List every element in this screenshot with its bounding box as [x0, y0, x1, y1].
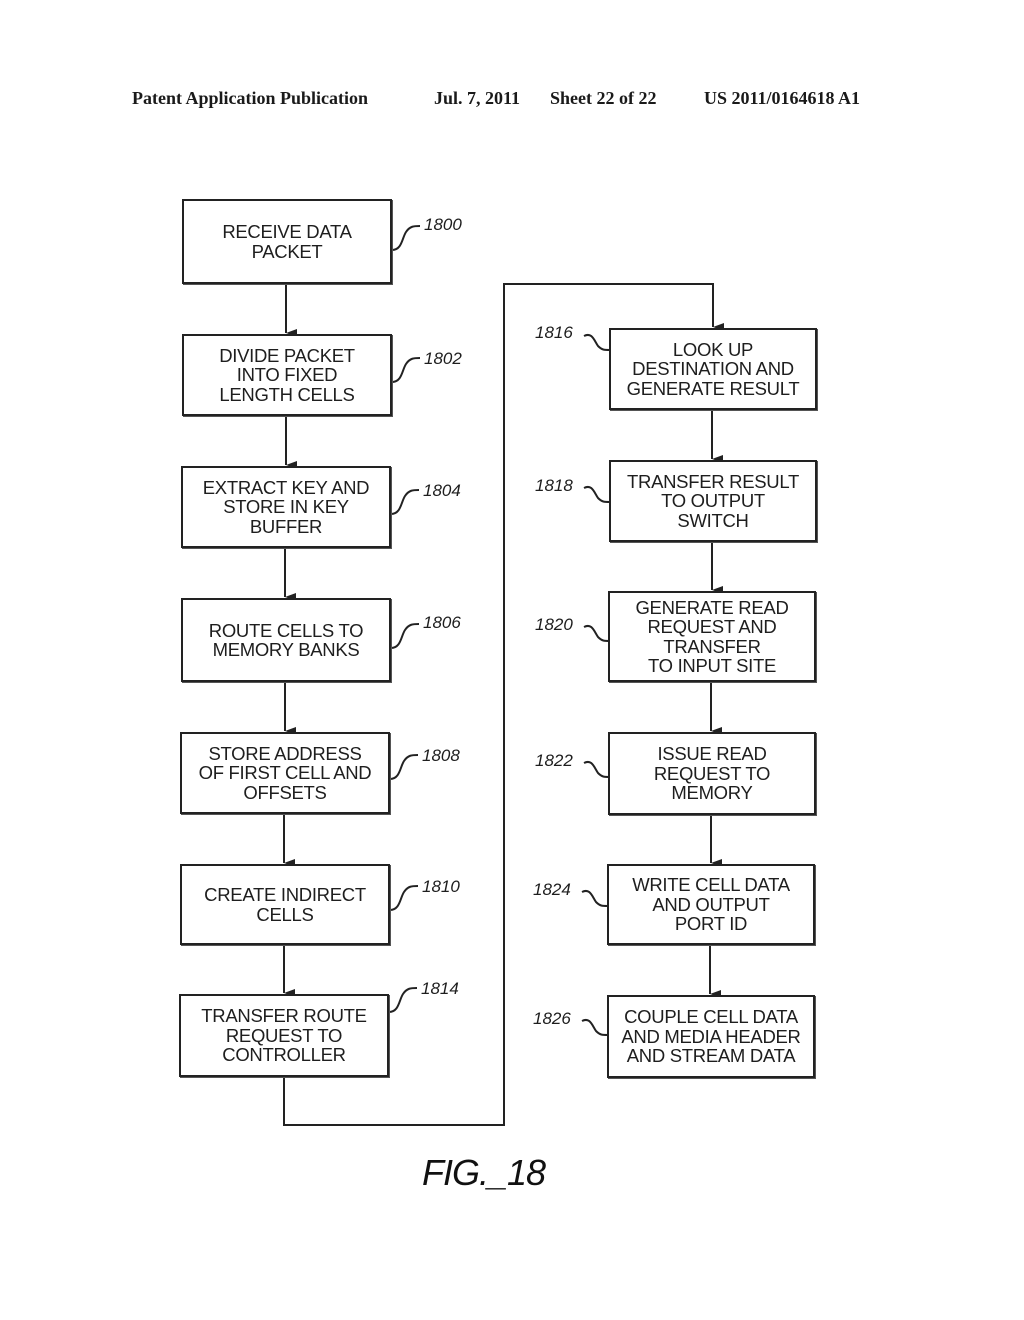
leader-1800: [391, 225, 421, 251]
leader-1818: [583, 486, 611, 503]
ref-1826: 1826: [533, 1009, 571, 1028]
step-1808-text: STORE ADDRESS OF FIRST CELL AND OFFSETS: [198, 742, 372, 803]
leader-1810: [389, 885, 419, 911]
step-1826-text: COUPLE CELL DATA AND MEDIA HEADER AND ST…: [621, 1006, 801, 1067]
step-1800-text: RECEIVE DATA PACKET: [222, 221, 352, 262]
step-1826-box: COUPLE CELL DATA AND MEDIA HEADER AND ST…: [607, 995, 815, 1078]
step-1806-box: ROUTE CELLS TO MEMORY BANKS: [181, 598, 391, 682]
step-1800-box: RECEIVE DATA PACKET: [182, 199, 392, 284]
ref-1810: 1810: [422, 877, 460, 896]
leader-1806: [390, 623, 420, 649]
leader-1814: [388, 987, 418, 1013]
step-1802-text: DIVIDE PACKET INTO FIXED LENGTH CELLS: [219, 344, 355, 405]
leader-1826: [581, 1019, 609, 1036]
ref-1802: 1802: [424, 349, 462, 368]
ref-1808: 1808: [422, 746, 460, 765]
leader-1808: [389, 754, 419, 780]
step-1810-text: CREATE INDIRECT CELLS: [204, 884, 366, 925]
ref-1804: 1804: [423, 481, 461, 500]
step-1822-text: ISSUE READ REQUEST TO MEMORY: [653, 743, 771, 804]
step-1822-box: ISSUE READ REQUEST TO MEMORY: [608, 732, 816, 815]
step-1824-box: WRITE CELL DATA AND OUTPUT PORT ID: [607, 864, 815, 945]
leader-1804: [390, 489, 420, 515]
ref-1814: 1814: [421, 979, 459, 998]
ref-1824: 1824: [533, 880, 571, 899]
step-1820-text: GENERATE READ REQUEST AND TRANSFER TO IN…: [635, 596, 789, 676]
step-1808-box: STORE ADDRESS OF FIRST CELL AND OFFSETS: [180, 732, 390, 814]
ref-1816: 1816: [535, 323, 573, 342]
step-1806-text: ROUTE CELLS TO MEMORY BANKS: [208, 619, 364, 660]
ref-1800: 1800: [424, 215, 462, 234]
step-1804-text: EXTRACT KEY AND STORE IN KEY BUFFER: [202, 476, 370, 537]
step-1814-text: TRANSFER ROUTE REQUEST TO CONTROLLER: [201, 1005, 367, 1066]
leader-1824: [581, 890, 609, 907]
ref-1818: 1818: [535, 476, 573, 495]
step-1814-box: TRANSFER ROUTE REQUEST TO CONTROLLER: [179, 994, 389, 1077]
step-1818-box: TRANSFER RESULT TO OUTPUT SWITCH: [609, 460, 817, 542]
leader-1802: [391, 357, 421, 383]
step-1820-box: GENERATE READ REQUEST AND TRANSFER TO IN…: [608, 591, 816, 682]
step-1816-text: LOOK UP DESTINATION AND GENERATE RESULT: [626, 338, 800, 399]
figure-label: FIG._18: [422, 1152, 546, 1193]
ref-1822: 1822: [535, 751, 573, 770]
ref-1806: 1806: [423, 613, 461, 632]
leader-1820: [583, 625, 611, 642]
step-1810-box: CREATE INDIRECT CELLS: [180, 864, 390, 945]
leader-1822: [583, 761, 611, 778]
step-1818-text: TRANSFER RESULT TO OUTPUT SWITCH: [627, 470, 799, 531]
step-1804-box: EXTRACT KEY AND STORE IN KEY BUFFER: [181, 466, 391, 548]
ref-1820: 1820: [535, 615, 573, 634]
step-1816-box: LOOK UP DESTINATION AND GENERATE RESULT: [609, 328, 817, 410]
flowchart-connectors: [283, 225, 724, 1126]
step-1824-text: WRITE CELL DATA AND OUTPUT PORT ID: [632, 874, 790, 935]
step-1802-box: DIVIDE PACKET INTO FIXED LENGTH CELLS: [182, 334, 392, 416]
leader-1816: [583, 334, 611, 351]
